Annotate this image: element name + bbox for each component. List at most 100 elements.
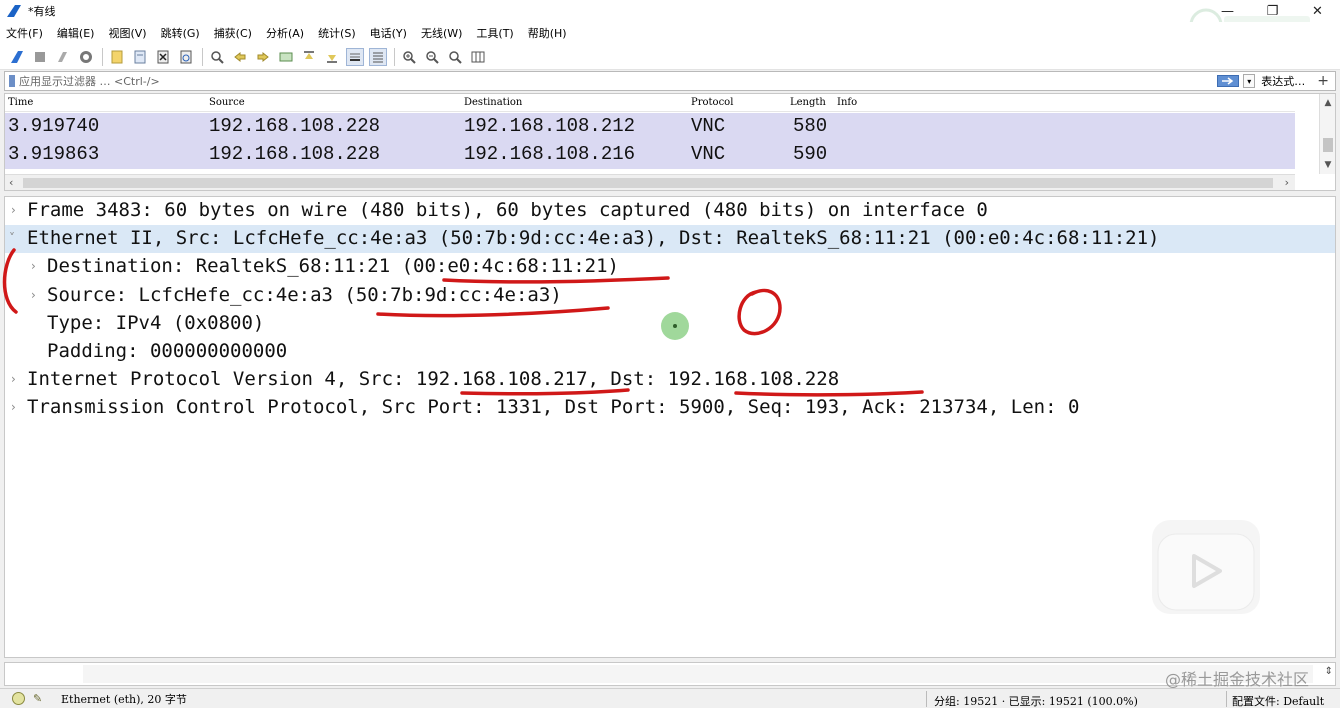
restore-icon[interactable]: ❐ [1250, 0, 1295, 22]
packet-list-vertical-scrollbar[interactable]: ▲ ▼ [1319, 94, 1335, 174]
packet-source: 192.168.108.228 [209, 143, 381, 165]
minimize-icon[interactable]: — [1205, 0, 1250, 22]
scroll-thumb[interactable] [1323, 138, 1333, 152]
resize-columns-icon[interactable] [469, 48, 487, 66]
expert-info-status-icon[interactable] [12, 692, 25, 705]
first-packet-icon[interactable] [300, 48, 318, 66]
menu-analyze[interactable]: 分析(A) [266, 25, 304, 41]
expand-chevron-icon[interactable]: › [11, 400, 16, 414]
packet-list-horizontal-scrollbar[interactable]: ‹ › [5, 174, 1295, 190]
menu-capture[interactable]: 捕获(C) [214, 25, 252, 41]
pane-resize-icon[interactable]: ⇕ [1325, 666, 1333, 677]
expand-chevron-icon[interactable]: › [11, 203, 16, 217]
scroll-right-icon[interactable]: › [1285, 176, 1289, 189]
stop-capture-icon[interactable] [31, 48, 49, 66]
tree-item-frame[interactable]: › Frame 3483: 60 bytes on wire (480 bits… [5, 197, 1335, 225]
apply-filter-arrow-icon[interactable] [1217, 75, 1240, 87]
go-to-packet-icon[interactable] [277, 48, 295, 66]
tree-item-ipv4[interactable]: › Internet Protocol Version 4, Src: 192.… [5, 366, 1335, 394]
toolbar-separator [202, 47, 203, 66]
packet-time: 3.919863 [8, 143, 100, 165]
scroll-thumb[interactable] [23, 178, 1273, 188]
status-separator [1226, 691, 1227, 707]
collapse-chevron-icon[interactable]: ˅ [9, 231, 15, 245]
packet-bytes-pane: @稀土掘金技术社区 ⇕ [4, 662, 1336, 689]
column-header-destination[interactable]: Destination [464, 97, 522, 108]
save-file-icon[interactable] [131, 48, 149, 66]
status-separator [926, 691, 927, 707]
scroll-up-icon[interactable]: ▲ [1320, 96, 1335, 110]
menu-tools[interactable]: 工具(T) [476, 25, 513, 41]
reload-file-icon[interactable] [177, 48, 195, 66]
find-packet-icon[interactable] [208, 48, 226, 66]
video-play-overlay[interactable] [1152, 520, 1260, 614]
menu-wireless[interactable]: 无线(W) [421, 25, 462, 41]
tree-item-label: Internet Protocol Version 4, Src: 192.16… [27, 368, 840, 390]
menu-help[interactable]: 帮助(H) [528, 25, 567, 41]
capture-comment-pencil-icon[interactable]: ✎ [33, 692, 47, 706]
window-title: *有线 [28, 5, 56, 18]
tree-item-ethernet[interactable]: ˅ Ethernet II, Src: LcfcHefe_cc:4e:a3 (5… [5, 225, 1335, 253]
zoom-in-icon[interactable] [400, 48, 418, 66]
tree-item-eth-padding[interactable]: Padding: 000000000000 [5, 338, 1335, 366]
tree-item-label: Source: LcfcHefe_cc:4e:a3 (50:7b:9d:cc:4… [47, 284, 562, 306]
restart-capture-icon[interactable] [54, 48, 72, 66]
menu-file[interactable]: 文件(F) [6, 25, 43, 41]
add-filter-button[interactable]: + [1317, 73, 1329, 89]
tree-item-eth-destination[interactable]: › Destination: RealtekS_68:11:21 (00:e0:… [5, 253, 1335, 281]
expand-chevron-icon[interactable]: › [11, 372, 16, 386]
menu-edit[interactable]: 编辑(E) [57, 25, 95, 41]
wireshark-fin-icon [7, 5, 21, 17]
open-file-icon[interactable] [108, 48, 126, 66]
autoscroll-icon[interactable] [346, 47, 364, 66]
tree-item-eth-type[interactable]: Type: IPv4 (0x0800) [5, 310, 1335, 338]
close-icon[interactable]: ✕ [1295, 0, 1340, 22]
tree-item-eth-source[interactable]: › Source: LcfcHefe_cc:4e:a3 (50:7b:9d:cc… [5, 282, 1335, 310]
packet-source: 192.168.108.228 [209, 115, 381, 137]
last-packet-icon[interactable] [323, 48, 341, 66]
scroll-left-icon[interactable]: ‹ [9, 176, 13, 189]
packet-row[interactable]: 3.919740 192.168.108.228 192.168.108.212… [5, 113, 1295, 141]
expand-chevron-icon[interactable]: › [31, 259, 36, 273]
column-header-length[interactable]: Length [790, 97, 826, 108]
menu-telephony[interactable]: 电话(Y) [370, 25, 407, 41]
column-header-time[interactable]: Time [8, 97, 33, 108]
expand-chevron-icon[interactable]: › [31, 288, 36, 302]
status-profile[interactable]: 配置文件: Default [1232, 693, 1324, 708]
bookmark-icon[interactable] [9, 75, 15, 87]
packet-protocol: VNC [691, 115, 726, 137]
filter-history-chevron-down-icon[interactable]: ▾ [1243, 74, 1256, 88]
close-file-icon[interactable] [154, 48, 172, 66]
bytes-area [83, 665, 1313, 683]
go-back-icon[interactable] [231, 48, 249, 66]
packet-list-header: Time Source Destination Protocol Length … [5, 94, 1295, 112]
normal-size-icon[interactable] [446, 48, 464, 66]
tree-item-label: Type: IPv4 (0x0800) [47, 312, 265, 334]
status-bar: ✎ Ethernet (eth), 20 字节 分组: 19521 · 已显示:… [0, 688, 1340, 708]
zoom-out-icon[interactable] [423, 48, 441, 66]
watermark-text: @稀土掘金技术社区 [1164, 670, 1309, 689]
status-selected-field: Ethernet (eth), 20 字节 [61, 692, 187, 706]
column-header-protocol[interactable]: Protocol [691, 97, 733, 108]
tree-item-tcp[interactable]: › Transmission Control Protocol, Src Por… [5, 394, 1335, 422]
colorize-icon[interactable] [369, 47, 387, 66]
column-header-info[interactable]: Info [837, 97, 857, 108]
start-capture-icon[interactable] [8, 48, 26, 66]
packet-length: 590 [793, 143, 828, 165]
display-filter-input[interactable]: 应用显示过滤器 … <Ctrl-/> [19, 73, 1217, 89]
column-header-source[interactable]: Source [209, 97, 245, 108]
packet-destination: 192.168.108.216 [464, 143, 636, 165]
packet-time: 3.919740 [8, 115, 100, 137]
go-forward-icon[interactable] [254, 48, 272, 66]
tree-item-label: Destination: RealtekS_68:11:21 (00:e0:4c… [47, 255, 619, 277]
capture-options-icon[interactable] [77, 48, 95, 66]
menu-statistics[interactable]: 统计(S) [318, 25, 356, 41]
menu-go[interactable]: 跳转(G) [161, 25, 200, 41]
packet-protocol: VNC [691, 143, 726, 165]
expression-button[interactable]: 表达式… [1261, 73, 1305, 89]
packet-row[interactable]: 3.919863 192.168.108.228 192.168.108.216… [5, 141, 1295, 169]
scroll-down-icon[interactable]: ▼ [1320, 158, 1335, 172]
tree-item-label: Transmission Control Protocol, Src Port:… [27, 396, 1080, 418]
menu-view[interactable]: 视图(V) [108, 25, 146, 41]
packet-destination: 192.168.108.212 [464, 115, 636, 137]
